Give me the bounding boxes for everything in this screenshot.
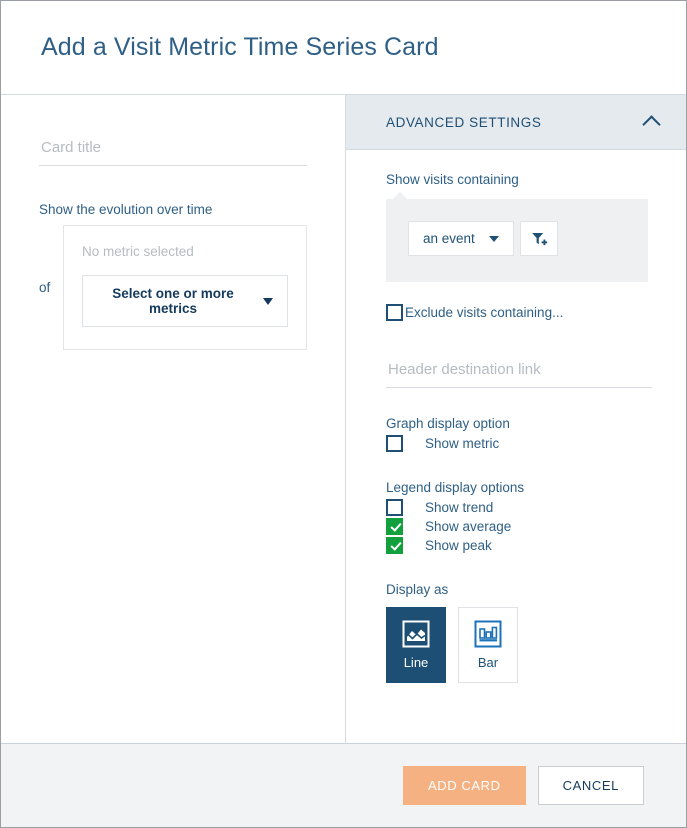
header-destination-link-input[interactable] [386, 359, 652, 388]
display-as-line-tile[interactable]: Line [386, 607, 446, 683]
card-title-input[interactable] [39, 137, 307, 166]
graph-display-group: Graph display option Show metric [386, 416, 652, 452]
dialog-header: Add a Visit Metric Time Series Card [1, 1, 686, 95]
display-as-bar-tile[interactable]: Bar [458, 607, 518, 683]
show-peak-checkbox-row[interactable]: Show peak [386, 537, 652, 554]
bar-chart-icon [474, 620, 502, 648]
filter-add-icon [531, 232, 547, 245]
advanced-settings-content: Show visits containing an event Exclude … [346, 150, 686, 743]
advanced-settings-header[interactable]: ADVANCED SETTINGS [346, 95, 686, 150]
event-type-select[interactable]: an event [408, 221, 514, 256]
display-as-group: Display as Line Bar [386, 582, 652, 683]
advanced-settings-pane: ADVANCED SETTINGS Show visits containing… [346, 95, 686, 743]
exclude-visits-label: Exclude visits containing... [405, 305, 564, 320]
show-trend-label: Show trend [425, 500, 494, 515]
header-link-field-wrap [386, 359, 652, 388]
dialog-footer: ADD CARD CANCEL [1, 743, 686, 827]
add-card-dialog: Add a Visit Metric Time Series Card Show… [0, 0, 687, 828]
legend-display-title: Legend display options [386, 480, 525, 495]
display-as-title: Display as [386, 582, 449, 597]
show-peak-label: Show peak [425, 538, 492, 553]
dialog-body: Show the evolution over time of No metri… [1, 95, 686, 743]
no-metric-selected-text: No metric selected [82, 244, 194, 259]
show-average-checkbox[interactable] [386, 518, 403, 535]
add-card-button[interactable]: ADD CARD [402, 766, 526, 805]
event-type-value: an event [423, 231, 475, 246]
show-visits-containing-label: Show visits containing [386, 172, 519, 187]
legend-display-group: Legend display options Show trend Show a… [386, 480, 652, 554]
show-trend-checkbox-row[interactable]: Show trend [386, 499, 652, 516]
line-chart-icon [402, 620, 430, 648]
cancel-button[interactable]: CANCEL [537, 766, 644, 805]
select-metrics-button[interactable]: Select one or more metrics [82, 275, 288, 327]
metric-selection-row: of No metric selected Select one or more… [39, 225, 307, 350]
metric-box: No metric selected Select one or more me… [63, 225, 307, 350]
filter-panel: an event [386, 192, 648, 282]
advanced-settings-title: ADVANCED SETTINGS [386, 114, 542, 130]
show-trend-checkbox[interactable] [386, 499, 403, 516]
chevron-down-icon [263, 297, 273, 305]
display-as-line-label: Line [403, 655, 429, 670]
display-as-tiles: Line Bar [386, 607, 652, 683]
card-definition-pane: Show the evolution over time of No metri… [1, 95, 346, 743]
exclude-visits-checkbox[interactable] [386, 304, 403, 321]
show-metric-checkbox-row[interactable]: Show metric [386, 435, 652, 452]
select-metrics-label: Select one or more metrics [112, 286, 234, 316]
of-label: of [39, 280, 51, 295]
show-metric-checkbox[interactable] [386, 435, 403, 452]
exclude-visits-checkbox-row[interactable]: Exclude visits containing... [386, 304, 652, 321]
add-filter-button[interactable] [519, 221, 558, 256]
show-peak-checkbox[interactable] [386, 537, 403, 554]
filter-row: an event [408, 221, 626, 256]
show-metric-label: Show metric [425, 436, 500, 451]
chevron-up-icon[interactable] [642, 114, 661, 134]
graph-display-title: Graph display option [386, 416, 510, 431]
page-title: Add a Visit Metric Time Series Card [41, 33, 439, 61]
evolution-label: Show the evolution over time [39, 202, 213, 217]
display-as-bar-label: Bar [477, 655, 499, 670]
show-average-checkbox-row[interactable]: Show average [386, 518, 652, 535]
show-average-label: Show average [425, 519, 512, 534]
chevron-down-icon [488, 235, 499, 242]
